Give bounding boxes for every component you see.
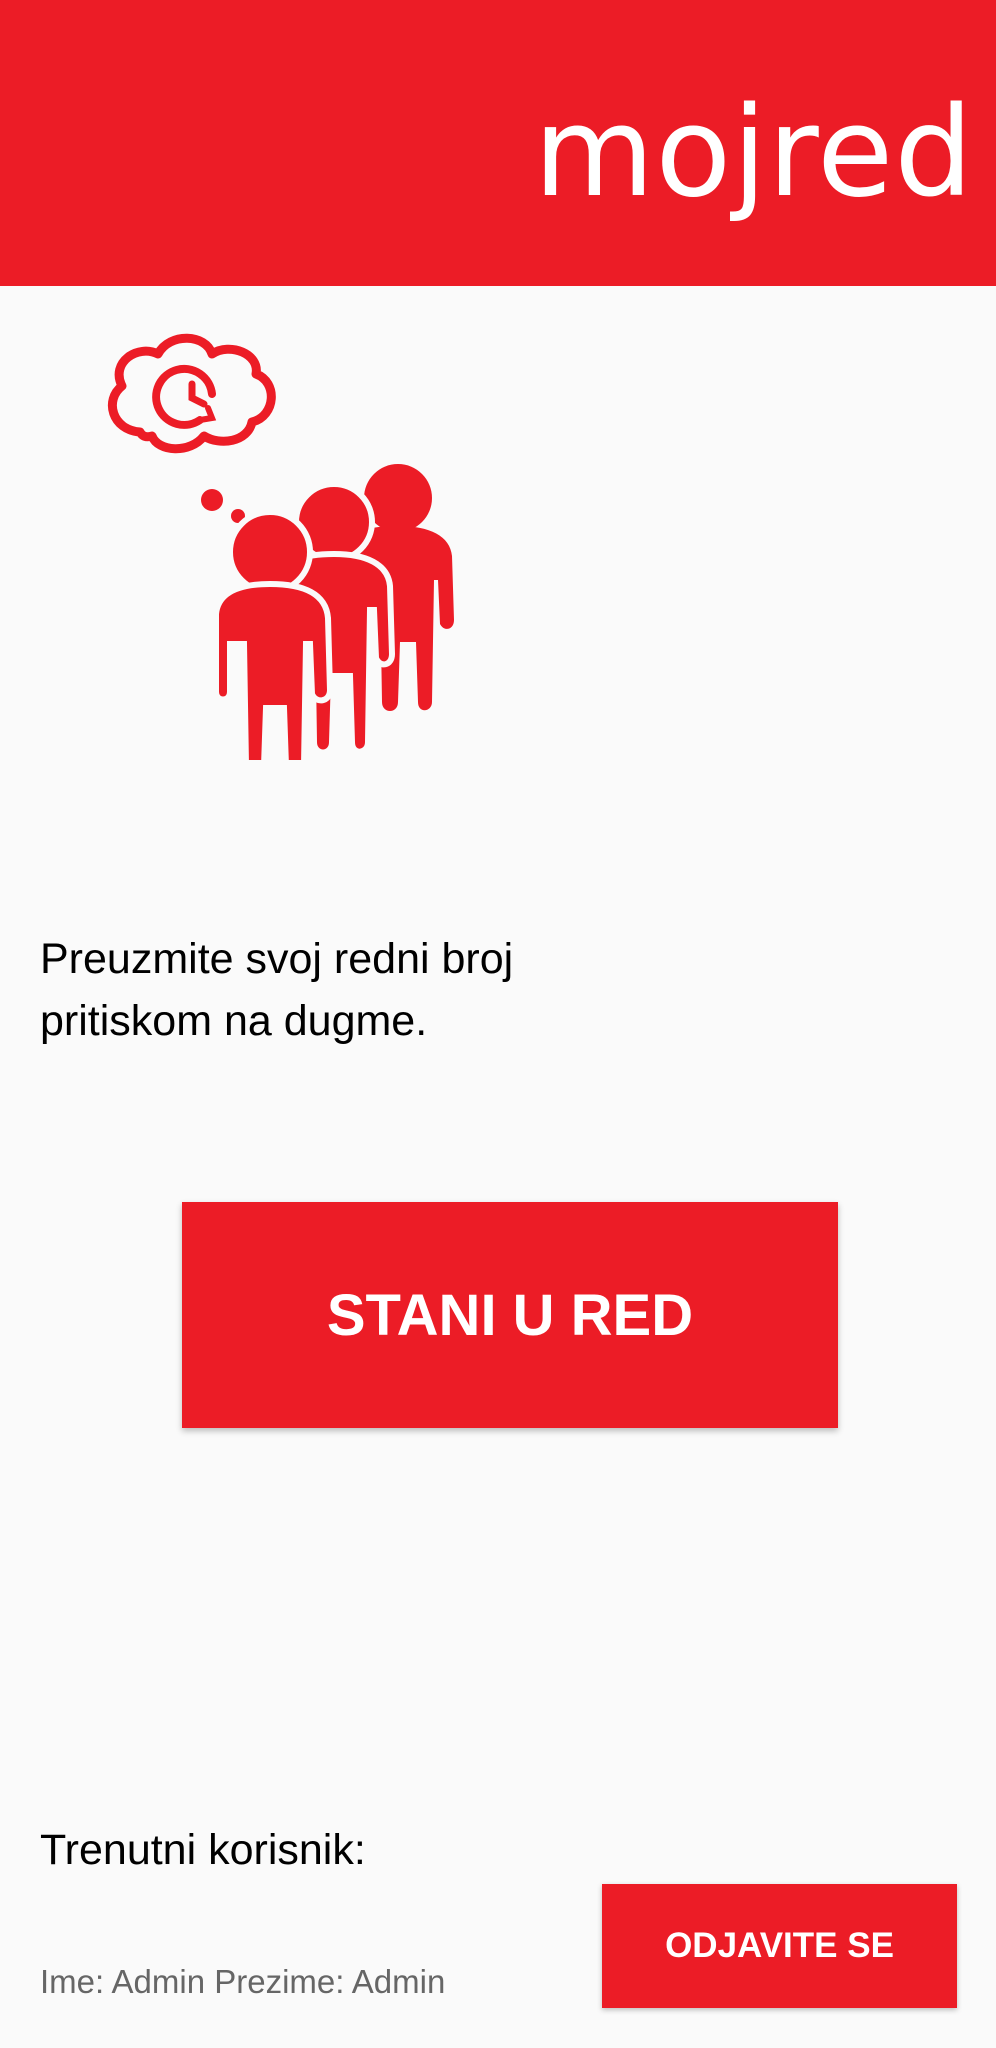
app-header: mojred bbox=[0, 0, 996, 286]
join-queue-button[interactable]: STANI U RED bbox=[182, 1202, 838, 1428]
current-user-label: Trenutni korisnik: bbox=[40, 1826, 366, 1874]
logout-button[interactable]: ODJAVITE SE bbox=[602, 1884, 957, 2008]
queue-people-icon bbox=[107, 333, 454, 760]
user-names-text: Ime: Admin Prezime: Admin bbox=[40, 1963, 446, 2000]
app-logo: mojred bbox=[533, 81, 974, 225]
clock-refresh-icon bbox=[152, 364, 217, 429]
instruction-text: Preuzmite svoj redni broj pritiskom na d… bbox=[40, 935, 514, 1045]
